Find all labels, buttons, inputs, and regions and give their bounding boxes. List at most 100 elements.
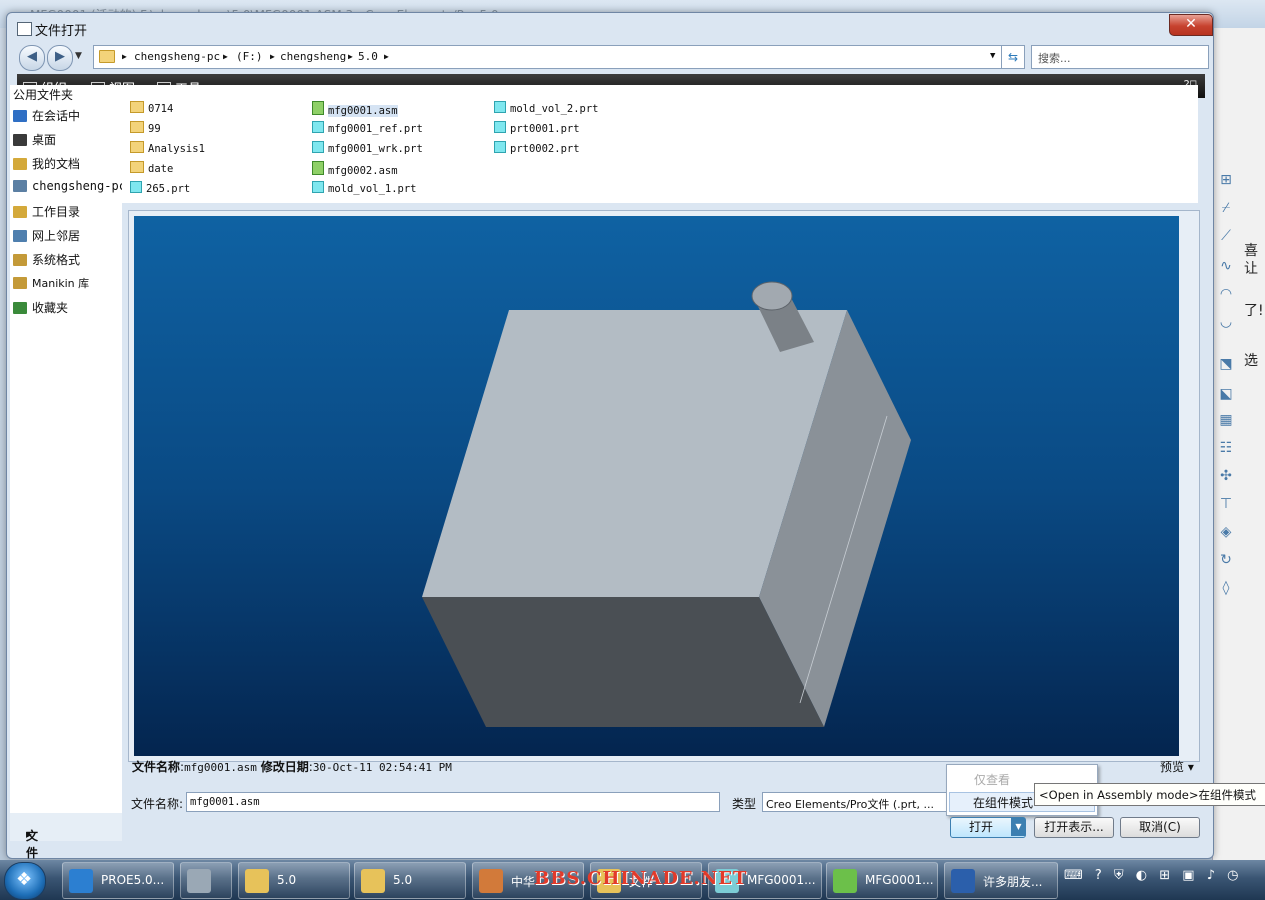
- part-file-icon: [312, 121, 324, 133]
- ie-icon: [69, 869, 93, 893]
- list-item[interactable]: mfg0001_wrk.prt: [312, 141, 423, 155]
- assemble-tool-icon[interactable]: ⬕: [1216, 384, 1236, 404]
- open-representation-button[interactable]: 打开表示...: [1034, 817, 1114, 838]
- list-item[interactable]: Analysis1: [130, 141, 205, 155]
- folder-tree-toggle[interactable]: ▸ 文件夹树: [10, 813, 122, 894]
- sidebar-item-favorites[interactable]: 收藏夹: [13, 299, 68, 316]
- file-info: 文件名称:mfg0001.asm 修改日期:30-Oct-11 02:54:41…: [132, 760, 452, 774]
- cancel-button[interactable]: 取消(C): [1120, 817, 1200, 838]
- folder-icon: [99, 50, 115, 63]
- close-button[interactable]: ✕: [1169, 14, 1213, 36]
- axis-tool-icon[interactable]: ⌿: [1216, 198, 1236, 218]
- work-dir-icon: [13, 206, 27, 218]
- filename-label: 文件名称:: [131, 797, 184, 811]
- taskbar-item-word[interactable]: 许多朋友...: [944, 862, 1058, 899]
- part-file-icon: [494, 101, 506, 113]
- crumb-separator-icon: ▶: [122, 52, 127, 61]
- address-bar[interactable]: ▶ chengsheng-pc ▶ (F:) ▶ chengsheng ▶ 5.…: [93, 45, 1003, 69]
- rotate-tool-icon[interactable]: ↻: [1216, 550, 1236, 570]
- desktop-icon: [13, 134, 27, 146]
- taskbar-item-calculator[interactable]: [180, 862, 232, 899]
- part-file-icon: [494, 141, 506, 153]
- manikin-icon: [13, 277, 27, 289]
- filename-input[interactable]: mfg0001.asm: [186, 792, 720, 812]
- surface-tool-icon[interactable]: ◠: [1216, 284, 1236, 304]
- list-item[interactable]: 265.prt: [130, 181, 190, 195]
- folder-icon: [245, 869, 269, 893]
- sidebar-item-work-dir[interactable]: 工作目录: [13, 203, 80, 220]
- pattern-tool-icon[interactable]: ◊: [1216, 578, 1236, 598]
- sidebar-item-desktop[interactable]: 桌面: [13, 131, 56, 148]
- volume-tool-icon[interactable]: ⊤: [1216, 494, 1236, 514]
- taskbar-item-folder[interactable]: 5.0: [238, 862, 350, 899]
- file-list: 0714 99 Analysis1 date 265.prt mfg0001.a…: [122, 85, 1198, 203]
- type-select[interactable]: Creo Elements/Pro文件 (.prt, ...: [762, 792, 954, 812]
- menu-item-view-only[interactable]: 仅查看: [974, 771, 1010, 788]
- list-item[interactable]: mfg0002.asm: [312, 161, 398, 177]
- assembly-file-icon: [312, 101, 324, 115]
- list-item[interactable]: mold_vol_2.prt: [494, 101, 599, 115]
- creo-app-icon: [833, 869, 857, 893]
- assembly-3d-preview: [422, 281, 911, 727]
- taskbar-item-ie[interactable]: PROE5.0...: [62, 862, 174, 899]
- system-tray[interactable]: ⌨ ? ⛨ ◐ ⊞ ▣ ♪ ◷: [1064, 868, 1243, 883]
- part-file-icon: [494, 121, 506, 133]
- right-panel-text-1: 喜: [1244, 243, 1258, 259]
- model-preview-viewport[interactable]: [134, 216, 1179, 756]
- refresh-icon[interactable]: ⇆: [1001, 45, 1025, 69]
- sidebar-item-documents[interactable]: 我的文档: [13, 155, 80, 172]
- sidebar-item-manikin[interactable]: Manikin 库: [13, 275, 89, 291]
- list-item[interactable]: prt0002.prt: [494, 141, 580, 155]
- folder-icon: [130, 101, 144, 113]
- type-label: 类型: [732, 797, 757, 811]
- part-file-icon: [312, 141, 324, 153]
- sidebar-item-system-format[interactable]: 系统格式: [13, 251, 80, 268]
- system-format-icon: [13, 254, 27, 266]
- list-item[interactable]: 99: [130, 121, 161, 135]
- list-item[interactable]: prt0001.prt: [494, 121, 580, 135]
- round-tool-icon[interactable]: ◡: [1216, 312, 1236, 332]
- folder-icon: [130, 161, 144, 173]
- breadcrumb-drive[interactable]: (F:): [236, 50, 263, 63]
- open-dropdown-icon[interactable]: ▼: [1011, 818, 1025, 836]
- word-icon: [951, 869, 975, 893]
- preview-toggle[interactable]: 预览 ▾: [1160, 758, 1194, 775]
- list-item[interactable]: mfg0001_ref.prt: [312, 121, 423, 135]
- history-dropdown-icon[interactable]: ▼: [75, 51, 82, 61]
- back-button[interactable]: ◀: [19, 45, 45, 71]
- feature-tool-icon[interactable]: ⬔: [1216, 354, 1236, 374]
- folder-icon: [130, 121, 144, 133]
- breadcrumb-computer[interactable]: chengsheng-pc: [134, 50, 220, 63]
- curve-tool-icon[interactable]: ∿: [1216, 256, 1236, 276]
- sidebar-item-computer[interactable]: chengsheng-pc: [13, 179, 126, 193]
- list-item[interactable]: mold_vol_1.prt: [312, 181, 417, 195]
- start-button[interactable]: ❖: [4, 862, 46, 900]
- list-item[interactable]: date: [130, 161, 173, 175]
- sidebar-item-network[interactable]: 网上邻居: [13, 227, 80, 244]
- extract-tool-icon[interactable]: ◈: [1216, 522, 1236, 542]
- list-item-selected[interactable]: mfg0001.asm: [312, 101, 398, 117]
- address-dropdown-icon[interactable]: ▼: [990, 51, 995, 61]
- search-placeholder: 搜索...: [1038, 52, 1071, 65]
- forward-button[interactable]: ▶: [47, 45, 73, 71]
- sketch-tool-icon[interactable]: ⟋: [1216, 226, 1236, 246]
- split-tool-icon[interactable]: ✣: [1216, 466, 1236, 486]
- open-button[interactable]: 打开 ▼: [950, 817, 1026, 838]
- favorites-icon: [13, 302, 27, 314]
- datum-tool-icon[interactable]: ⊞: [1216, 170, 1236, 190]
- right-panel-text-2: 让: [1244, 261, 1258, 277]
- crumb-separator-icon: ▶: [223, 52, 228, 61]
- taskbar-item-mfg-app[interactable]: MFG0001...: [826, 862, 938, 899]
- folder-icon: [361, 869, 385, 893]
- search-input[interactable]: 搜索...: [1031, 45, 1209, 69]
- session-icon: [13, 110, 27, 122]
- breadcrumb-folder[interactable]: chengsheng: [280, 50, 346, 63]
- sidebar-item-session[interactable]: 在会话中: [13, 107, 80, 124]
- crumb-separator-icon: ▶: [348, 52, 353, 61]
- component-tool-icon[interactable]: ▦: [1216, 410, 1236, 430]
- list-item[interactable]: 0714: [130, 101, 173, 115]
- breadcrumb-current[interactable]: 5.0: [358, 50, 378, 63]
- taskbar-item-folder[interactable]: 5.0: [354, 862, 466, 899]
- mold-tool-icon[interactable]: ☷: [1216, 438, 1236, 458]
- watermark: BBS.CHINADE.NET: [534, 868, 748, 889]
